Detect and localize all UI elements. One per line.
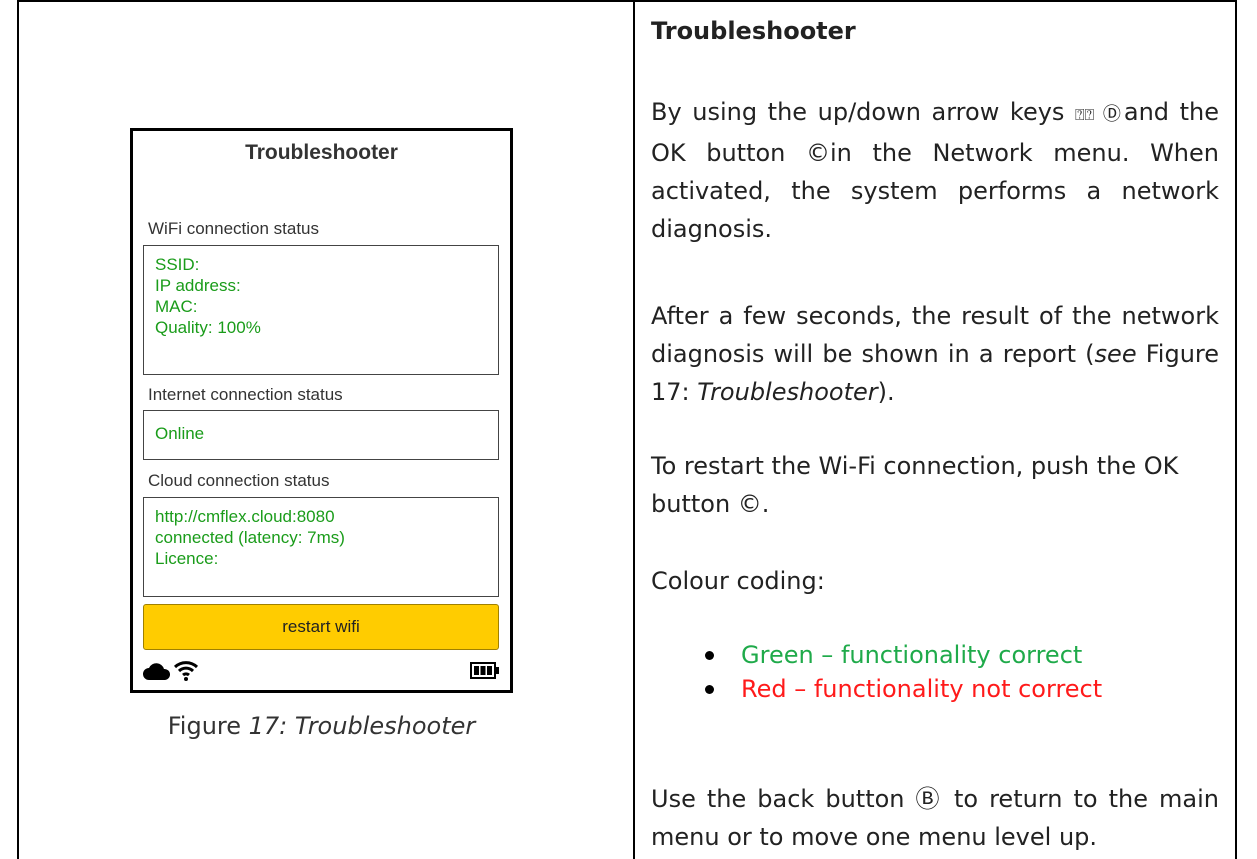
wifi-quality: Quality: 100% xyxy=(155,318,261,337)
section-heading: Troubleshooter xyxy=(651,17,856,45)
arrow-keys-icon: ⍰⍰ xyxy=(1075,105,1095,124)
cloud-licence: Licence: xyxy=(155,549,219,568)
paragraph-colour-coding: Colour coding: xyxy=(651,567,825,595)
para2-see: see xyxy=(1094,340,1137,368)
wifi-status-box: SSID: IP address: MAC: Quality: 100% xyxy=(143,245,499,375)
para2-end: ). xyxy=(877,378,895,406)
internet-status-box: Online xyxy=(143,410,499,460)
device-screen: Troubleshooter WiFi connection status SS… xyxy=(130,128,513,693)
paragraph-result: After a few seconds, the result of the n… xyxy=(651,297,1219,411)
caption-prefix: Figure xyxy=(167,712,249,740)
caption-italic: 17: Troubleshooter xyxy=(248,712,476,740)
cloud-status-label: Cloud connection status xyxy=(148,471,330,490)
paragraph-restart: To restart the Wi-Fi connection, push th… xyxy=(651,452,1179,518)
para1-text: By using the up/down arrow keys xyxy=(651,98,1076,126)
wifi-status-label: WiFi connection status xyxy=(148,219,320,238)
cloud-icon xyxy=(143,663,171,680)
wifi-ip-address: IP address: xyxy=(155,276,241,295)
list-item: Green – functionality correct xyxy=(703,638,1223,672)
wifi-mac: MAC: xyxy=(155,297,198,316)
restart-wifi-button[interactable]: restart wifi xyxy=(143,604,499,650)
bullet-green-text: Green – functionality correct xyxy=(741,641,1083,669)
bullet-red-text: Red – functionality not correct xyxy=(741,675,1103,703)
paragraph-arrow-keys: By using the up/down arrow keys ⍰⍰ Ⓓand … xyxy=(651,93,1219,248)
wifi-ssid: SSID: xyxy=(155,255,200,274)
status-bar xyxy=(143,658,500,684)
cloud-status-box: http://cmflex.cloud:8080 connected (late… xyxy=(143,497,499,597)
column-divider xyxy=(633,0,635,859)
key-d-icon: Ⓓ xyxy=(1094,104,1124,125)
bullet-icon xyxy=(705,685,714,694)
bullet-icon xyxy=(705,651,714,660)
para2-figure-title: Troubleshooter xyxy=(697,378,878,406)
colour-coding-list: Green – functionality correct Red – func… xyxy=(703,638,1223,706)
wifi-icon xyxy=(173,661,199,681)
figure-caption: Figure 17: Troubleshooter xyxy=(130,712,513,740)
device-title: Troubleshooter xyxy=(245,141,398,164)
internet-status-value: Online xyxy=(155,424,205,443)
paragraph-back-button: Use the back button Ⓑ to return to the m… xyxy=(651,785,1219,851)
list-item: Red – functionality not correct xyxy=(703,672,1223,706)
internet-status-label: Internet connection status xyxy=(148,385,343,404)
cloud-url: http://cmflex.cloud:8080 xyxy=(155,507,335,526)
battery-icon xyxy=(470,662,499,679)
cloud-connected: connected (latency: 7ms) xyxy=(155,528,345,547)
